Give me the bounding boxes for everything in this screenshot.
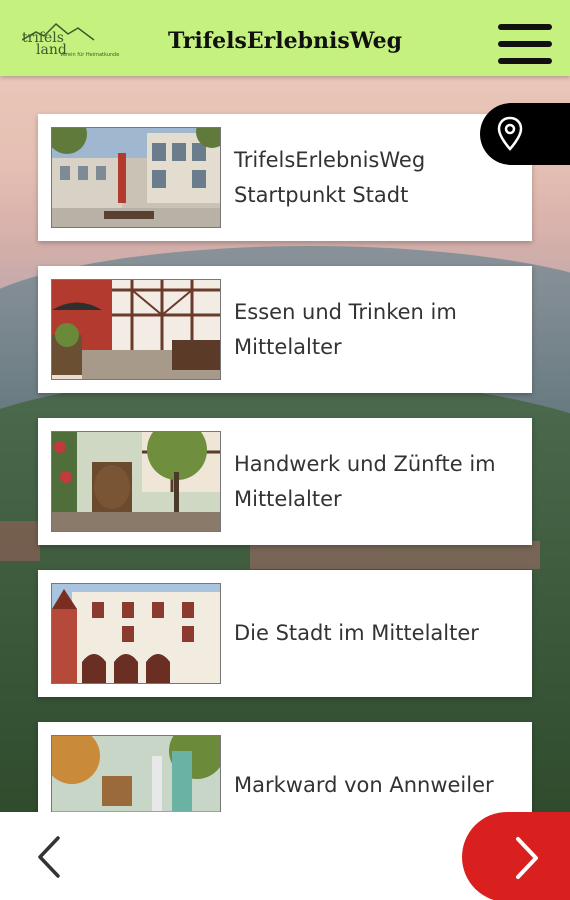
background-ruin-left (0, 521, 40, 561)
list-item-label: Handwerk und Zünfte im Mittelalter (234, 418, 524, 545)
list-item-label: Essen und Trinken im Mittelalter (234, 266, 524, 393)
thumbnail-handwerk (51, 431, 221, 532)
label-line-1: Essen und Trinken im (234, 299, 457, 324)
label-line-1: TrifelsErlebnisWeg (234, 147, 426, 172)
next-button[interactable] (462, 812, 570, 900)
label-line-2: Startpunkt Stadt (234, 182, 409, 207)
list-item-stadt[interactable]: Die Stadt im Mittelalter (38, 570, 532, 697)
hamburger-menu-icon[interactable] (498, 24, 552, 64)
label-line-1: Die Stadt im Mittelalter (234, 621, 479, 645)
bottom-navigation (0, 812, 570, 900)
app-header: trifels land Verein für Heimatkunde Trif… (0, 0, 570, 76)
chevron-left-icon (38, 836, 60, 878)
list-item-handwerk[interactable]: Handwerk und Zünfte im Mittelalter (38, 418, 532, 545)
chevron-right-icon (516, 837, 538, 879)
label-line-2: Mittelalter (234, 334, 342, 359)
thumbnail-stadt (51, 583, 221, 684)
label-line-2: Mittelalter (234, 486, 342, 511)
list-item-startpunkt[interactable]: TrifelsErlebnisWeg Startpunkt Stadt (38, 114, 532, 241)
prev-button[interactable] (28, 832, 72, 882)
map-pin-icon (497, 116, 523, 151)
background-ruins (250, 541, 540, 569)
list-item-essen-trinken[interactable]: Essen und Trinken im Mittelalter (38, 266, 532, 393)
label-line-1: Handwerk und Zünfte im (234, 451, 496, 476)
label-line-1: Markward von Annweiler (234, 773, 494, 797)
location-button[interactable] (480, 103, 570, 165)
list-item-label: Die Stadt im Mittelalter (234, 570, 524, 697)
thumbnail-essen-trinken (51, 279, 221, 380)
thumbnail-startpunkt (51, 127, 221, 228)
page-title: TrifelsErlebnisWeg (167, 28, 403, 54)
